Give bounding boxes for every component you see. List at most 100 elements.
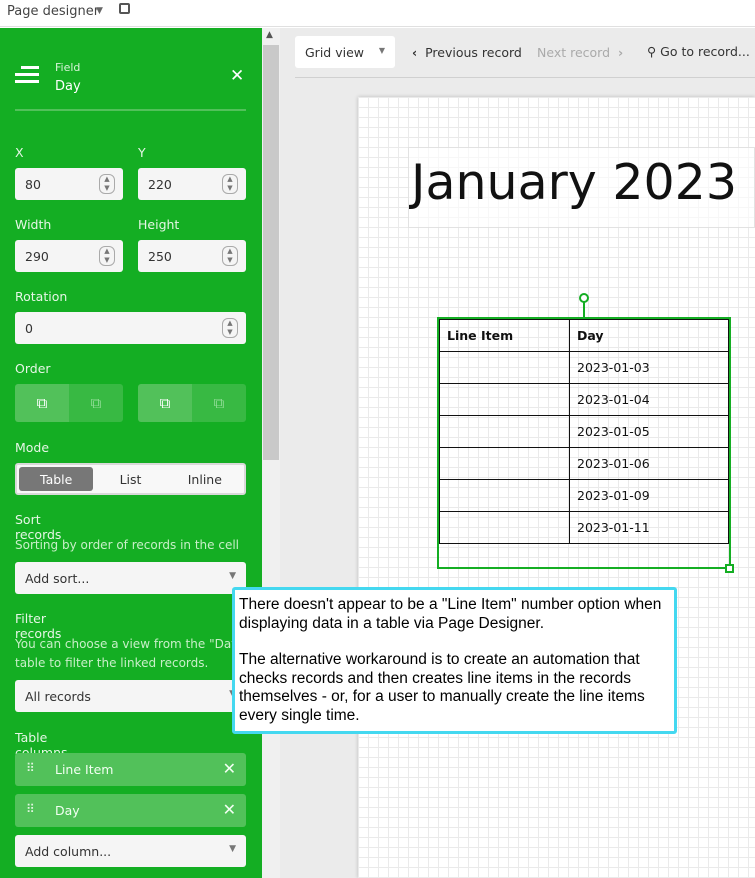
add-column-text: Add column...	[25, 844, 112, 859]
rotation-label: Rotation	[15, 289, 68, 304]
x-label: X	[15, 145, 24, 160]
x-input[interactable]: 80 ▲ ▼	[15, 168, 123, 200]
resize-handle[interactable]	[725, 564, 734, 573]
next-record-button[interactable]: Next record ›	[537, 45, 623, 60]
bring-to-front-icon[interactable]: ⧉	[15, 384, 69, 422]
rotation-input[interactable]: 0 ▲ ▼	[15, 312, 246, 344]
chevron-left-icon: ‹	[412, 45, 418, 60]
width-input[interactable]: 290 ▲ ▼	[15, 240, 123, 272]
chevron-right-icon: ›	[617, 45, 624, 60]
field-name: Day	[55, 79, 81, 94]
send-backward-icon[interactable]: ⧉	[138, 384, 192, 422]
callout-paragraph-2: The alternative workaround is to create …	[239, 651, 645, 724]
field-kicker: Field	[55, 61, 81, 74]
column-name: Day	[55, 803, 80, 818]
table-row: 2023-01-09	[439, 479, 729, 512]
column-item[interactable]: ⠿ Line Item ✕	[15, 753, 246, 786]
line-item-cell	[439, 479, 570, 512]
filter-view-value: All records	[25, 689, 91, 704]
mode-list[interactable]: List	[93, 467, 167, 491]
add-column-select[interactable]: Add column... ▼	[15, 835, 246, 867]
mode-table[interactable]: Table	[19, 467, 94, 491]
filter-description-2: table to filter the linked records.	[15, 656, 209, 670]
line-item-cell	[439, 447, 570, 480]
order-group-front: ⧉ ⧉	[15, 384, 123, 422]
table-row: 2023-01-03	[439, 351, 729, 384]
callout-paragraph-1: There doesn't appear to be a "Line Item"…	[239, 596, 662, 632]
column-item[interactable]: ⠿ Day ✕	[15, 794, 246, 827]
drag-handle-icon[interactable]: ⠿	[26, 761, 35, 775]
day-cell: 2023-01-04	[569, 383, 729, 416]
annotation-callout: There doesn't appear to be a "Line Item"…	[232, 587, 677, 734]
column-header: Line Item	[439, 319, 570, 352]
search-icon: ⚲	[647, 44, 657, 59]
day-cell: 2023-01-03	[569, 351, 729, 384]
caret-down-icon: ▼	[378, 46, 385, 55]
view-value: Grid view	[305, 45, 364, 60]
scrollbar-thumb[interactable]	[263, 45, 279, 460]
x-value: 80	[25, 177, 41, 192]
width-label: Width	[15, 217, 52, 232]
remove-icon[interactable]: ✕	[223, 759, 236, 778]
page-designer-title[interactable]: Page designer	[7, 4, 99, 19]
width-value: 290	[25, 249, 49, 264]
mode-inline[interactable]: Inline	[168, 467, 242, 491]
table-header-row: Line Item Day	[439, 319, 729, 352]
divider	[15, 109, 246, 111]
sort-description: Sorting by order of records in the cell	[15, 538, 240, 552]
rotation-value: 0	[25, 321, 33, 336]
line-item-cell	[439, 383, 570, 416]
day-cell: 2023-01-09	[569, 479, 729, 512]
height-label: Height	[138, 217, 180, 232]
height-value: 250	[148, 249, 172, 264]
table-row: 2023-01-05	[439, 415, 729, 448]
bring-forward-icon[interactable]: ⧉	[69, 384, 123, 422]
height-input[interactable]: 250 ▲ ▼	[138, 240, 246, 272]
chevron-down-icon: ▼	[229, 844, 236, 854]
day-cell: 2023-01-11	[569, 511, 729, 544]
page-title: January 2023	[411, 154, 738, 211]
y-input[interactable]: 220 ▲ ▼	[138, 168, 246, 200]
day-cell: 2023-01-06	[569, 447, 729, 480]
caret-down-icon[interactable]: ▼	[96, 6, 103, 16]
stepper-icon[interactable]: ▲ ▼	[222, 318, 238, 338]
selected-table-element[interactable]: Line Item Day 2023-01-03 2023-01-04 2023-0…	[437, 317, 731, 569]
go-to-record-button[interactable]: ⚲ Go to record...	[647, 44, 750, 59]
line-item-cell	[439, 415, 570, 448]
line-item-cell	[439, 511, 570, 544]
previous-record-button[interactable]: ‹ Previous record	[412, 45, 522, 60]
title-element[interactable]: January 2023	[408, 147, 755, 228]
field-settings-icon	[15, 66, 39, 83]
stepper-icon[interactable]: ▲ ▼	[99, 174, 115, 194]
scrollbar[interactable]: ▲	[262, 28, 280, 878]
table-row: 2023-01-06	[439, 447, 729, 480]
drag-handle-icon[interactable]: ⠿	[26, 802, 35, 816]
add-sort-select[interactable]: Add sort... ▼	[15, 562, 246, 594]
stepper-icon[interactable]: ▲ ▼	[222, 246, 238, 266]
rotate-handle-stem	[583, 302, 585, 318]
table-row: 2023-01-04	[439, 383, 729, 416]
top-bar: Page designer ▼	[0, 0, 755, 27]
chevron-down-icon: ▼	[229, 571, 236, 581]
stepper-icon[interactable]: ▲ ▼	[99, 246, 115, 266]
view-select[interactable]: Grid view ▼	[295, 36, 395, 68]
stepper-icon[interactable]: ▲ ▼	[222, 174, 238, 194]
send-to-back-icon[interactable]: ⧉	[192, 384, 246, 422]
y-label: Y	[138, 145, 146, 160]
close-icon[interactable]: ✕	[230, 66, 244, 86]
remove-icon[interactable]: ✕	[223, 800, 236, 819]
add-sort-text: Add sort...	[25, 571, 90, 586]
order-label: Order	[15, 361, 51, 376]
filter-view-select[interactable]: All records▼	[15, 680, 246, 712]
column-header: Day	[569, 319, 729, 352]
toolbar-divider	[295, 77, 755, 78]
rotate-handle[interactable]	[579, 293, 589, 303]
column-name: Line Item	[55, 762, 114, 777]
external-link-icon[interactable]	[119, 3, 130, 14]
order-group-back: ⧉ ⧉	[138, 384, 246, 422]
mode-label: Mode	[15, 440, 50, 455]
scroll-up-icon[interactable]: ▲	[266, 30, 273, 40]
previous-record-label: Previous record	[425, 45, 522, 60]
filter-description-1: You can choose a view from the "Day"	[15, 637, 244, 651]
next-record-label: Next record	[537, 45, 611, 60]
